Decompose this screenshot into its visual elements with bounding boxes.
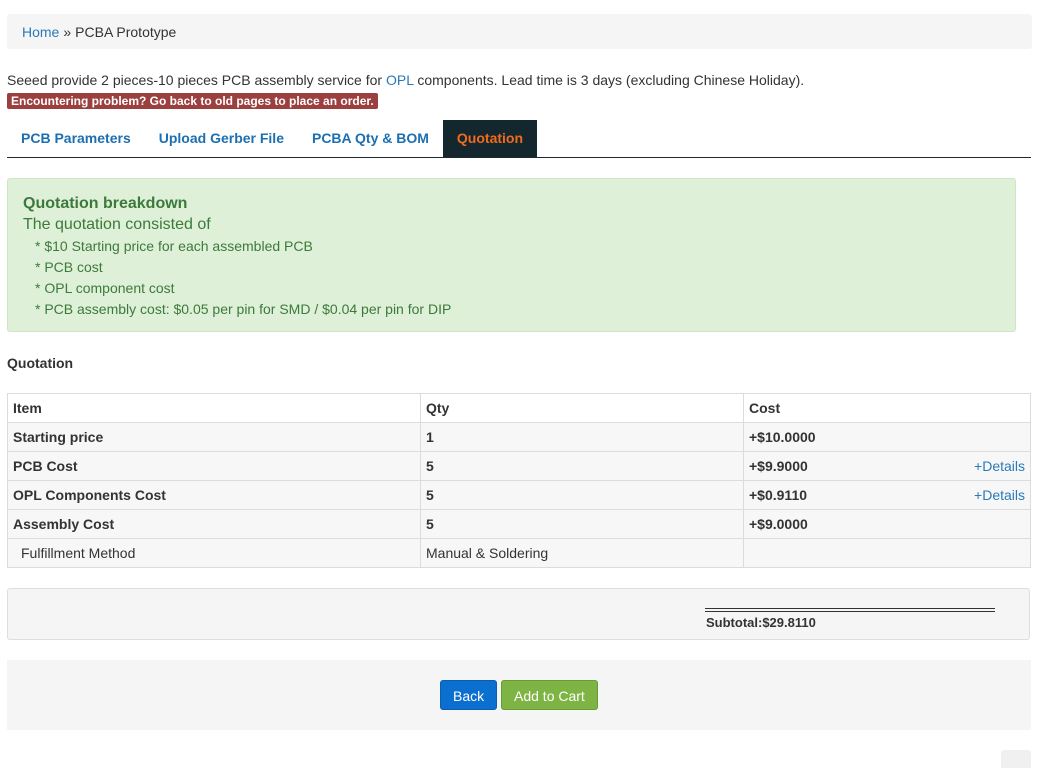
fulfillment-label: Fulfillment Method [7,538,421,568]
fulfillment-value: Manual & Soldering [420,538,744,568]
breadcrumb-current: PCBA Prototype [75,23,177,40]
subtotal-panel: Subtotal:$29.8110 [7,588,1030,640]
header-item: Item [7,393,421,423]
fulfillment-row: Fulfillment Method Manual & Soldering [7,538,1031,568]
table-row: OPL Components Cost 5 +$0.9110 +Details [7,480,1031,510]
feedback-tab[interactable] [1001,750,1031,768]
table-row: PCB Cost 5 +$9.9000 +Details [7,451,1031,481]
row-cost: +$0.9110 [749,487,808,503]
tab-upload-gerber-file[interactable]: Upload Gerber File [145,120,298,157]
breakdown-item: * PCB cost [35,259,103,275]
breakdown-subtitle: The quotation consisted of [23,216,211,233]
row-qty: 5 [420,509,744,539]
breadcrumb-separator: » [63,23,72,40]
row-cost: +$10.0000 [743,422,1031,452]
row-item: PCB Cost [7,451,421,481]
subtotal-amount: Subtotal:$29.8110 [706,615,816,630]
row-item: Starting price [7,422,421,452]
tab-pcb-parameters[interactable]: PCB Parameters [7,120,145,157]
intro-text: Seeed provide 2 pieces-10 pieces PCB ass… [7,72,804,88]
breakdown-item: * $10 Starting price for each assembled … [35,238,313,254]
quotation-table: Item Qty Cost Starting price 1 +$10.0000… [7,393,1031,568]
breakdown-list: * $10 Starting price for each assembled … [35,236,451,320]
quotation-breakdown-panel: Quotation breakdown The quotation consis… [7,178,1016,332]
row-qty: 5 [420,451,744,481]
breakdown-title: Quotation breakdown [23,195,188,212]
subtotal-rule [705,611,995,612]
back-button[interactable]: Back [440,680,498,710]
breadcrumb-home-link[interactable]: Home [22,24,59,40]
quotation-section-title: Quotation [7,355,74,371]
header-cost: Cost [743,393,1031,423]
subtotal-rule [705,608,995,609]
row-cost-cell: +$0.9110 +Details [743,480,1031,510]
opl-cost-details-link[interactable]: +Details [974,487,1025,503]
row-cost-cell: +$9.9000 +Details [743,451,1031,481]
row-item: Assembly Cost [7,509,421,539]
row-qty: 1 [420,422,744,452]
table-row: Starting price 1 +$10.0000 [7,422,1031,452]
row-qty: 5 [420,480,744,510]
add-to-cart-button[interactable]: Add to Cart [501,680,598,710]
table-header-row: Item Qty Cost [7,393,1031,423]
breakdown-item: * OPL component cost [35,280,175,296]
fulfillment-empty-cell [743,538,1031,568]
action-bar: Back Add to Cart [7,660,1031,730]
row-cost: +$9.9000 [749,458,808,474]
header-qty: Qty [420,393,744,423]
row-cost: +$9.0000 [743,509,1031,539]
tab-quotation[interactable]: Quotation [442,120,538,157]
pcb-cost-details-link[interactable]: +Details [974,458,1025,474]
tab-bar: PCB Parameters Upload Gerber File PCBA Q… [7,120,1031,158]
opl-link[interactable]: OPL [386,72,414,88]
breadcrumb: Home » PCBA Prototype [7,14,1032,49]
table-row: Assembly Cost 5 +$9.0000 [7,509,1031,539]
breakdown-item: * PCB assembly cost: $0.05 per pin for S… [35,301,452,317]
intro-text-after: components. Lead time is 3 days (excludi… [413,72,805,88]
row-item: OPL Components Cost [7,480,421,510]
old-pages-warning-link[interactable]: Encountering problem? Go back to old pag… [7,93,378,109]
intro-text-before: Seeed provide 2 pieces-10 pieces PCB ass… [7,72,386,88]
tab-pcba-qty-bom[interactable]: PCBA Qty & BOM [298,120,443,157]
